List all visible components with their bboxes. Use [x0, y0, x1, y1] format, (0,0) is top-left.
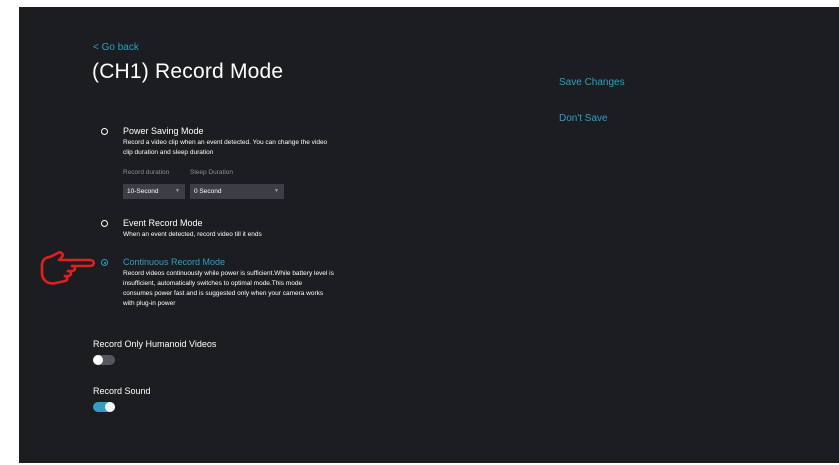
caret-down-icon: ▼: [175, 188, 180, 194]
toggle-knob: [105, 402, 115, 412]
sleep-duration-value: 0 Second: [194, 188, 222, 195]
continuous-record-title: Continuous Record Mode: [123, 257, 226, 267]
sleep-duration-label: Sleep Duration: [190, 169, 233, 176]
record-sound-toggle[interactable]: [93, 402, 115, 412]
sleep-duration-select[interactable]: 0 Second ▼: [190, 184, 284, 199]
save-changes-button[interactable]: Save Changes: [559, 77, 625, 88]
record-duration-select[interactable]: 10-Second ▼: [123, 184, 185, 199]
toggle-knob: [93, 355, 103, 365]
power-saving-radio[interactable]: [101, 128, 108, 135]
record-sound-toggle-label: Record Sound: [93, 386, 151, 396]
continuous-record-description: Record videos continuously while power i…: [123, 269, 334, 309]
event-record-radio[interactable]: [101, 220, 108, 227]
continuous-record-radio[interactable]: [101, 259, 108, 266]
page-title: (CH1) Record Mode: [92, 60, 284, 83]
event-record-title: Event Record Mode: [123, 218, 203, 228]
description-line: consumes power fast and is suggested onl…: [123, 290, 324, 297]
description-line: Record a video clip when an event detect…: [123, 139, 328, 146]
description-line: When an event detected, record video til…: [123, 231, 262, 238]
pointing-hand-icon: [40, 251, 96, 285]
description-line: clip duration and sleep duration: [123, 149, 214, 156]
description-line: insufficient, automatically switches to …: [123, 280, 303, 287]
humanoid-toggle[interactable]: [93, 355, 115, 365]
power-saving-description: Record a video clip when an event detect…: [123, 138, 327, 158]
record-duration-label: Record duration: [123, 169, 170, 176]
description-line: Record videos continuously while power i…: [123, 270, 334, 277]
go-back-link[interactable]: < Go back: [93, 42, 139, 53]
caret-down-icon: ▼: [274, 188, 279, 194]
power-saving-title: Power Saving Mode: [123, 126, 204, 136]
dont-save-button[interactable]: Don't Save: [559, 113, 608, 124]
description-line: with plug-in power: [123, 300, 176, 307]
humanoid-toggle-label: Record Only Humanoid Videos: [93, 339, 217, 349]
event-record-description: When an event detected, record video til…: [123, 230, 262, 240]
settings-screen: < Go back (CH1) Record Mode Save Changes…: [19, 7, 839, 463]
record-duration-value: 10-Second: [127, 188, 159, 195]
